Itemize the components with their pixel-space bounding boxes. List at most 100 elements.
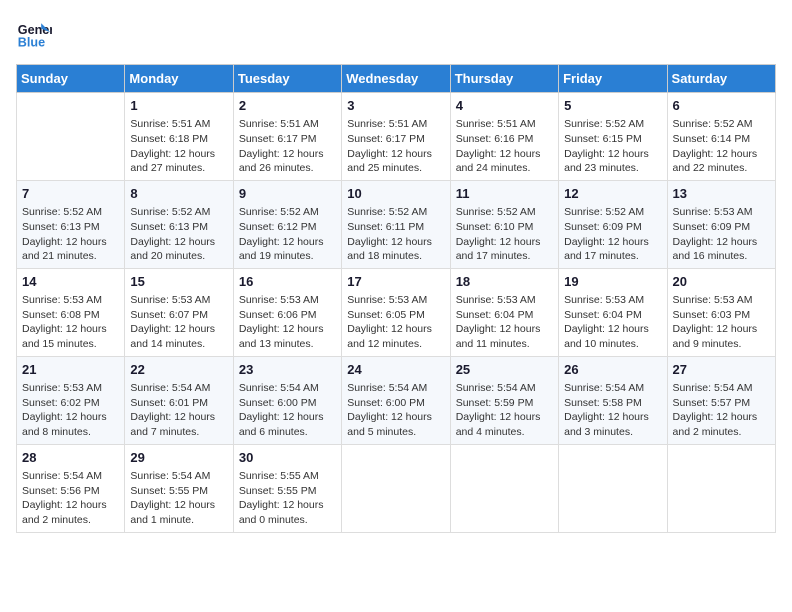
day-header-sunday: Sunday — [17, 65, 125, 93]
calendar-cell: 19Sunrise: 5:53 AM Sunset: 6:04 PM Dayli… — [559, 268, 667, 356]
page-header: General Blue — [16, 16, 776, 52]
day-number: 26 — [564, 361, 661, 379]
day-number: 13 — [673, 185, 770, 203]
day-info: Sunrise: 5:53 AM Sunset: 6:05 PM Dayligh… — [347, 293, 444, 352]
calendar-cell: 28 Sunrise: 5:54 AM Sunset: 5:56 PM Dayli… — [17, 444, 125, 532]
day-number: 17 — [347, 273, 444, 291]
calendar-cell: 29Sunrise: 5:54 AM Sunset: 5:55 PM Dayli… — [125, 444, 233, 532]
calendar-cell: 5Sunrise: 5:52 AM Sunset: 6:15 PM Daylig… — [559, 93, 667, 181]
day-info: Sunrise: 5:51 AM Sunset: 6:17 PM Dayligh… — [239, 117, 336, 176]
calendar-table: SundayMondayTuesdayWednesdayThursdayFrid… — [16, 64, 776, 533]
week-row-3: 14Sunrise: 5:53 AM Sunset: 6:08 PM Dayli… — [17, 268, 776, 356]
calendar-cell — [559, 444, 667, 532]
day-number: 18 — [456, 273, 553, 291]
calendar-cell — [667, 444, 775, 532]
calendar-cell: 24 Sunrise: 5:54 AM Sunset: 6:00 PM Dayli… — [342, 356, 450, 444]
day-info: Sunrise: 5:52 AM Sunset: 6:15 PM Dayligh… — [564, 117, 661, 176]
week-row-2: 7 Sunrise: 5:52 AM Sunset: 6:13 PM Daylig… — [17, 180, 776, 268]
day-number: 12 — [564, 185, 661, 203]
day-info: Sunrise: 5:54 AM Sunset: 6:01 PM Dayligh… — [130, 381, 227, 440]
calendar-cell: 22 Sunrise: 5:54 AM Sunset: 6:01 PM Dayli… — [125, 356, 233, 444]
day-number: 3 — [347, 97, 444, 115]
calendar-cell: 21Sunrise: 5:53 AM Sunset: 6:02 PM Dayli… — [17, 356, 125, 444]
calendar-cell: 7 Sunrise: 5:52 AM Sunset: 6:13 PM Daylig… — [17, 180, 125, 268]
calendar-cell: 6 Sunrise: 5:52 AM Sunset: 6:14 PM Daylig… — [667, 93, 775, 181]
calendar-cell: 16Sunrise: 5:53 AM Sunset: 6:06 PM Dayli… — [233, 268, 341, 356]
day-number: 25 — [456, 361, 553, 379]
day-number: 23 — [239, 361, 336, 379]
day-info: Sunrise: 5:52 AM Sunset: 6:13 PM Dayligh… — [22, 205, 119, 264]
calendar-cell: 11 Sunrise: 5:52 AM Sunset: 6:10 PM Dayli… — [450, 180, 558, 268]
day-number: 4 — [456, 97, 553, 115]
calendar-cell: 2 Sunrise: 5:51 AM Sunset: 6:17 PM Daylig… — [233, 93, 341, 181]
day-number: 24 — [347, 361, 444, 379]
day-info: Sunrise: 5:54 AM Sunset: 5:55 PM Dayligh… — [130, 469, 227, 528]
calendar-cell: 23 Sunrise: 5:54 AM Sunset: 6:00 PM Dayli… — [233, 356, 341, 444]
day-header-monday: Monday — [125, 65, 233, 93]
day-number: 2 — [239, 97, 336, 115]
day-info: Sunrise: 5:53 AM Sunset: 6:02 PM Dayligh… — [22, 381, 119, 440]
calendar-cell: 18 Sunrise: 5:53 AM Sunset: 6:04 PM Dayli… — [450, 268, 558, 356]
day-info: Sunrise: 5:51 AM Sunset: 6:16 PM Dayligh… — [456, 117, 553, 176]
day-info: Sunrise: 5:53 AM Sunset: 6:04 PM Dayligh… — [564, 293, 661, 352]
calendar-cell: 13 Sunrise: 5:53 AM Sunset: 6:09 PM Dayli… — [667, 180, 775, 268]
day-number: 22 — [130, 361, 227, 379]
calendar-cell: 27 Sunrise: 5:54 AM Sunset: 5:57 PM Dayli… — [667, 356, 775, 444]
calendar-cell: 8 Sunrise: 5:52 AM Sunset: 6:13 PM Daylig… — [125, 180, 233, 268]
calendar-cell — [17, 93, 125, 181]
day-info: Sunrise: 5:51 AM Sunset: 6:17 PM Dayligh… — [347, 117, 444, 176]
calendar-cell: 20Sunrise: 5:53 AM Sunset: 6:03 PM Dayli… — [667, 268, 775, 356]
calendar-cell: 14Sunrise: 5:53 AM Sunset: 6:08 PM Dayli… — [17, 268, 125, 356]
day-info: Sunrise: 5:54 AM Sunset: 6:00 PM Dayligh… — [347, 381, 444, 440]
calendar-cell: 12 Sunrise: 5:52 AM Sunset: 6:09 PM Dayli… — [559, 180, 667, 268]
day-info: Sunrise: 5:53 AM Sunset: 6:09 PM Dayligh… — [673, 205, 770, 264]
day-number: 30 — [239, 449, 336, 467]
day-info: Sunrise: 5:54 AM Sunset: 5:59 PM Dayligh… — [456, 381, 553, 440]
day-header-wednesday: Wednesday — [342, 65, 450, 93]
day-info: Sunrise: 5:51 AM Sunset: 6:18 PM Dayligh… — [130, 117, 227, 176]
day-number: 14 — [22, 273, 119, 291]
logo: General Blue — [16, 16, 52, 52]
day-info: Sunrise: 5:52 AM Sunset: 6:10 PM Dayligh… — [456, 205, 553, 264]
day-info: Sunrise: 5:52 AM Sunset: 6:13 PM Dayligh… — [130, 205, 227, 264]
day-header-saturday: Saturday — [667, 65, 775, 93]
calendar-cell: 10 Sunrise: 5:52 AM Sunset: 6:11 PM Dayli… — [342, 180, 450, 268]
calendar-cell: 4 Sunrise: 5:51 AM Sunset: 6:16 PM Daylig… — [450, 93, 558, 181]
day-info: Sunrise: 5:54 AM Sunset: 6:00 PM Dayligh… — [239, 381, 336, 440]
header-row: SundayMondayTuesdayWednesdayThursdayFrid… — [17, 65, 776, 93]
day-info: Sunrise: 5:53 AM Sunset: 6:06 PM Dayligh… — [239, 293, 336, 352]
calendar-cell — [342, 444, 450, 532]
day-number: 28 — [22, 449, 119, 467]
day-info: Sunrise: 5:53 AM Sunset: 6:03 PM Dayligh… — [673, 293, 770, 352]
day-number: 1 — [130, 97, 227, 115]
calendar-cell: 17 Sunrise: 5:53 AM Sunset: 6:05 PM Dayli… — [342, 268, 450, 356]
week-row-4: 21Sunrise: 5:53 AM Sunset: 6:02 PM Dayli… — [17, 356, 776, 444]
day-info: Sunrise: 5:52 AM Sunset: 6:09 PM Dayligh… — [564, 205, 661, 264]
day-number: 6 — [673, 97, 770, 115]
calendar-cell: 3 Sunrise: 5:51 AM Sunset: 6:17 PM Daylig… — [342, 93, 450, 181]
day-info: Sunrise: 5:54 AM Sunset: 5:56 PM Dayligh… — [22, 469, 119, 528]
day-number: 7 — [22, 185, 119, 203]
day-info: Sunrise: 5:52 AM Sunset: 6:14 PM Dayligh… — [673, 117, 770, 176]
day-info: Sunrise: 5:54 AM Sunset: 5:57 PM Dayligh… — [673, 381, 770, 440]
calendar-cell: 30Sunrise: 5:55 AM Sunset: 5:55 PM Dayli… — [233, 444, 341, 532]
calendar-cell: 1 Sunrise: 5:51 AM Sunset: 6:18 PM Daylig… — [125, 93, 233, 181]
day-number: 27 — [673, 361, 770, 379]
day-info: Sunrise: 5:53 AM Sunset: 6:04 PM Dayligh… — [456, 293, 553, 352]
calendar-cell: 9Sunrise: 5:52 AM Sunset: 6:12 PM Daylig… — [233, 180, 341, 268]
day-number: 15 — [130, 273, 227, 291]
day-number: 10 — [347, 185, 444, 203]
calendar-cell: 25 Sunrise: 5:54 AM Sunset: 5:59 PM Dayli… — [450, 356, 558, 444]
calendar-cell: 15 Sunrise: 5:53 AM Sunset: 6:07 PM Dayli… — [125, 268, 233, 356]
week-row-1: 1 Sunrise: 5:51 AM Sunset: 6:18 PM Daylig… — [17, 93, 776, 181]
week-row-5: 28 Sunrise: 5:54 AM Sunset: 5:56 PM Dayli… — [17, 444, 776, 532]
day-info: Sunrise: 5:52 AM Sunset: 6:12 PM Dayligh… — [239, 205, 336, 264]
day-number: 8 — [130, 185, 227, 203]
day-info: Sunrise: 5:54 AM Sunset: 5:58 PM Dayligh… — [564, 381, 661, 440]
calendar-cell — [450, 444, 558, 532]
day-info: Sunrise: 5:52 AM Sunset: 6:11 PM Dayligh… — [347, 205, 444, 264]
day-info: Sunrise: 5:53 AM Sunset: 6:07 PM Dayligh… — [130, 293, 227, 352]
day-header-tuesday: Tuesday — [233, 65, 341, 93]
day-number: 11 — [456, 185, 553, 203]
day-header-friday: Friday — [559, 65, 667, 93]
